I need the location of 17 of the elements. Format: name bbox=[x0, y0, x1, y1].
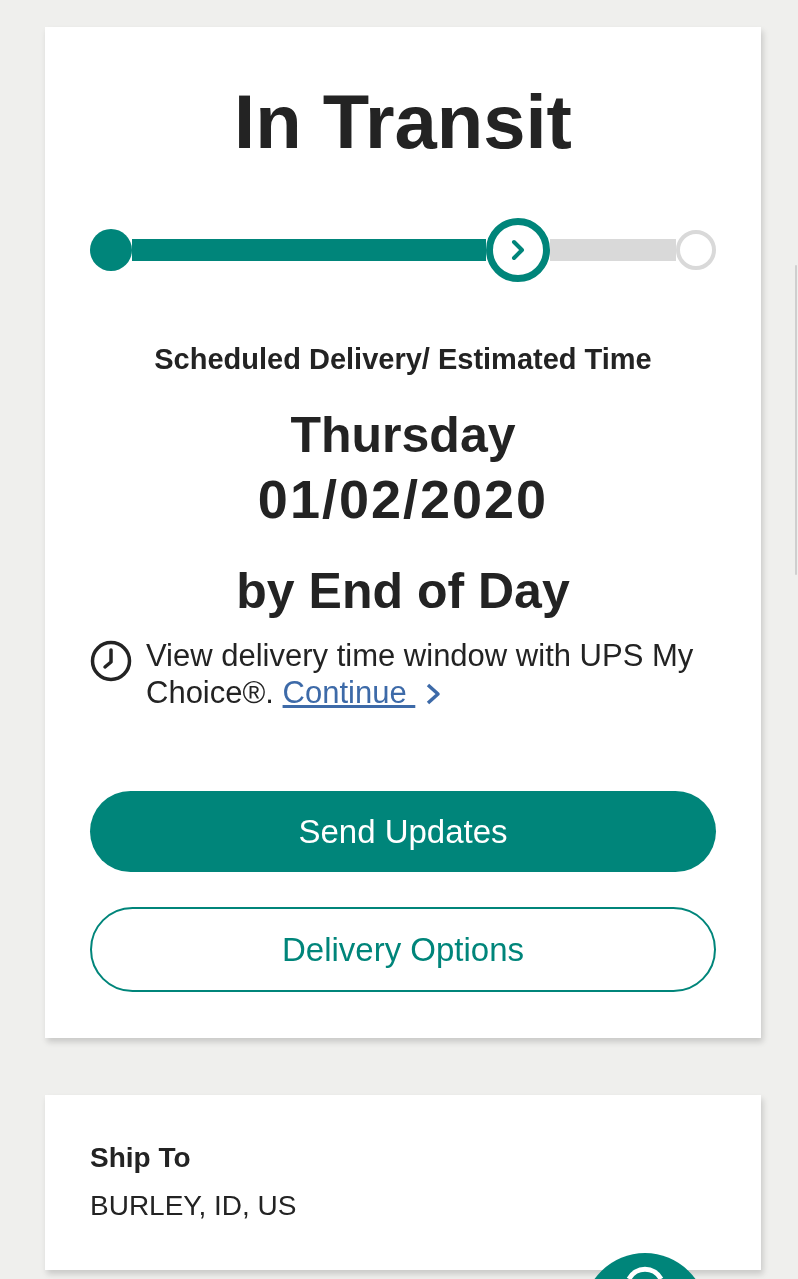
status-title: In Transit bbox=[233, 79, 573, 165]
edge-panel-handle[interactable] bbox=[795, 265, 797, 575]
filled-dot-icon bbox=[90, 229, 132, 271]
chevron-right-icon[interactable] bbox=[425, 683, 442, 705]
ship-to-address: BURLEY, ID, US bbox=[90, 1189, 298, 1223]
delivery-date: 01/02/2020 bbox=[256, 468, 550, 531]
clock-icon bbox=[90, 640, 132, 682]
continue-link[interactable]: Continue bbox=[282, 675, 416, 710]
delivery-options-button[interactable]: Delivery Options bbox=[90, 907, 716, 992]
delivery-time: by End of Day bbox=[235, 562, 571, 621]
delivery-window-note: View delivery time window with UPS My Choice®. Continue bbox=[146, 637, 695, 711]
send-updates-button[interactable]: Send Updates bbox=[90, 791, 716, 872]
ship-to-heading: Ship To bbox=[90, 1141, 192, 1175]
chevron-circle-icon bbox=[485, 218, 550, 282]
empty-circle-icon bbox=[676, 230, 716, 270]
delivery-label: Scheduled Delivery/ Estimated Time bbox=[153, 343, 653, 375]
delivery-day: Thursday bbox=[90, 403, 716, 467]
